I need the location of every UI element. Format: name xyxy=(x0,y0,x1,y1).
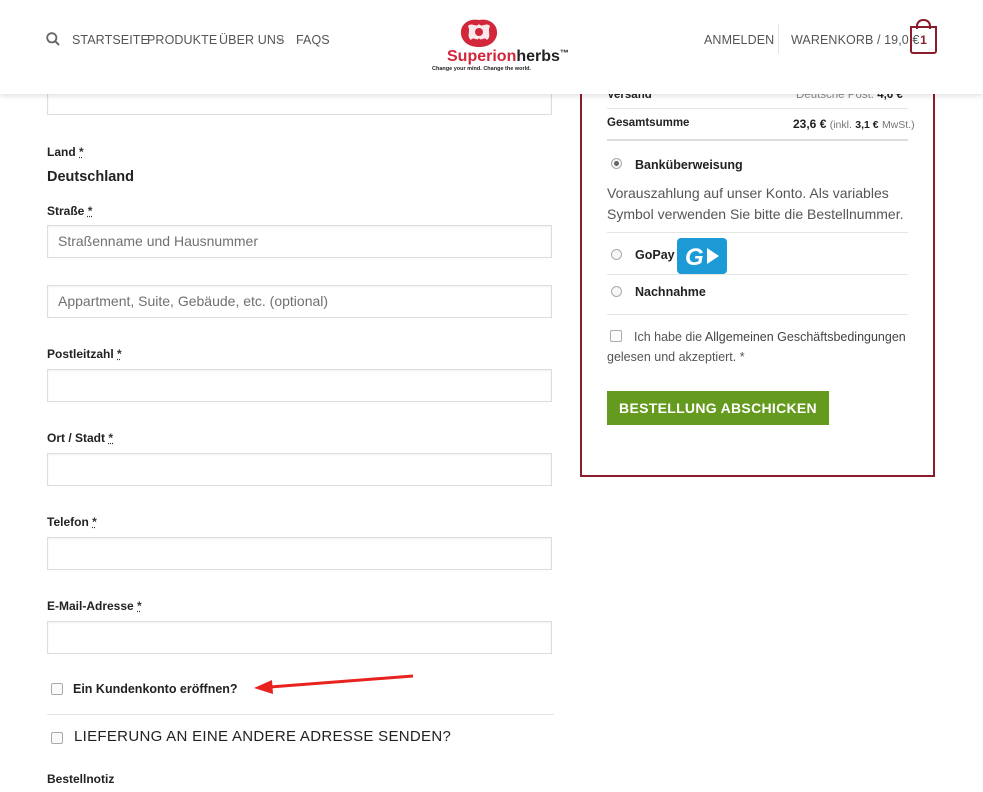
payment-bank-radio[interactable] xyxy=(611,158,622,169)
street-placeholder: Straßenname und Hausnummer xyxy=(58,233,258,249)
street-label: Straße * xyxy=(47,204,93,218)
payment-divider-1 xyxy=(607,232,908,233)
logo-wordmark: Superionherbs™ xyxy=(447,48,569,65)
site-header: STARTSEITE PRODUKTE ÜBER UNS FAQS Superi… xyxy=(0,0,983,94)
payment-divider-3 xyxy=(607,314,908,315)
create-account-label[interactable]: Ein Kundenkonto eröffnen? xyxy=(73,682,238,696)
shipping-divider xyxy=(607,108,908,109)
cart-count-badge[interactable]: 1 xyxy=(910,26,937,54)
country-label: Land * xyxy=(47,145,84,159)
header-divider xyxy=(778,24,779,54)
phone-input[interactable] xyxy=(47,537,552,570)
terms-line-1: Ich habe die Allgemeinen Geschäftsbeding… xyxy=(634,330,906,344)
payment-bank-label[interactable]: Banküberweisung xyxy=(635,158,743,172)
total-value: 23,6 € (inkl. 3,1 € MwSt.) xyxy=(793,117,915,131)
terms-link[interactable]: Allgemeinen Geschäftsbedingungen xyxy=(705,330,906,344)
email-label: E-Mail-Adresse * xyxy=(47,599,142,613)
nav-faqs[interactable]: FAQS xyxy=(296,33,330,47)
payment-bank-desc-2: Symbol verwenden Sie bitte die Bestellnu… xyxy=(607,206,904,222)
section-divider xyxy=(47,714,554,715)
cart-link[interactable]: WARENKORB / 19,0 € xyxy=(791,33,919,47)
street-input[interactable]: Straßenname und Hausnummer xyxy=(47,225,552,258)
logo-tagline: Change your mind. Change the world. xyxy=(432,66,532,72)
street2-placeholder: Appartment, Suite, Gebäude, etc. (option… xyxy=(58,293,329,309)
total-label: Gesamtsumme xyxy=(607,117,690,129)
login-link[interactable]: ANMELDEN xyxy=(704,33,774,47)
payment-divider-2 xyxy=(607,274,908,275)
nav-produkte[interactable]: PRODUKTE xyxy=(147,33,217,47)
payment-gopay-radio[interactable] xyxy=(611,249,622,260)
zip-input[interactable] xyxy=(47,369,552,402)
street2-input[interactable]: Appartment, Suite, Gebäude, etc. (option… xyxy=(47,285,552,318)
payment-cod-radio[interactable] xyxy=(611,286,622,297)
total-divider xyxy=(607,139,908,141)
city-label: Ort / Stadt * xyxy=(47,431,114,445)
city-input[interactable] xyxy=(47,453,552,486)
payment-gopay-label[interactable]: GoPay xyxy=(635,248,675,262)
email-input[interactable] xyxy=(47,621,552,654)
country-value: Deutschland xyxy=(47,169,135,185)
nav-startseite[interactable]: STARTSEITE xyxy=(72,33,149,47)
site-logo[interactable]: Superionherbs™ Change your mind. Change … xyxy=(430,16,569,74)
search-icon[interactable] xyxy=(46,32,60,46)
ship-different-checkbox[interactable] xyxy=(51,732,63,744)
ship-different-label[interactable]: LIEFERUNG AN EINE ANDERE ADRESSE SENDEN? xyxy=(74,728,451,745)
terms-line-2: gelesen und akzeptiert. * xyxy=(607,350,745,364)
phone-label: Telefon * xyxy=(47,515,97,529)
gopay-logo-icon: G xyxy=(677,238,727,274)
nav-ueber-uns[interactable]: ÜBER UNS xyxy=(219,33,284,47)
place-order-button[interactable]: BESTELLUNG ABSCHICKEN xyxy=(607,391,829,425)
order-notes-label: Bestellnotiz xyxy=(47,772,115,786)
annotation-arrow-icon xyxy=(254,674,414,694)
payment-cod-label[interactable]: Nachnahme xyxy=(635,285,706,299)
terms-checkbox[interactable] xyxy=(610,330,622,342)
logo-emblem-icon xyxy=(460,19,498,47)
payment-bank-desc-1: Vorauszahlung auf unser Konto. Als varia… xyxy=(607,185,889,201)
zip-label: Postleitzahl * xyxy=(47,347,122,361)
chevron-down-icon xyxy=(276,37,284,42)
create-account-checkbox[interactable] xyxy=(51,683,63,695)
svg-text:G: G xyxy=(685,244,704,271)
